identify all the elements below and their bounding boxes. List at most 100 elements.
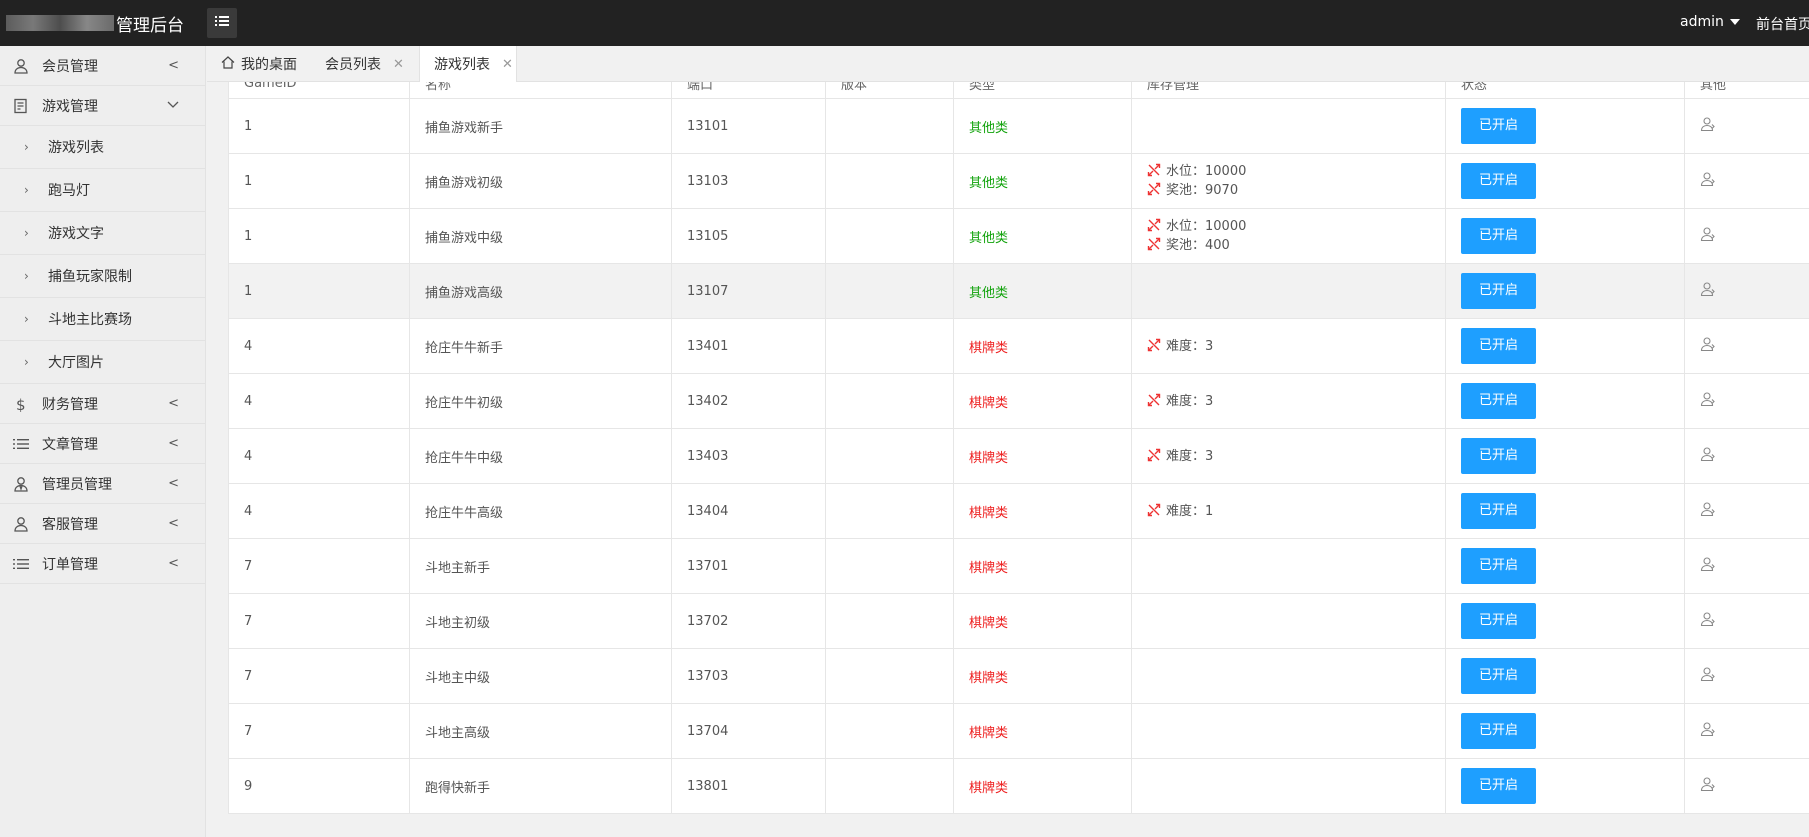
table-row: 7 斗地主中级 13703 棋牌类 已开启 <box>228 648 1809 704</box>
sidebar-item-label: 订单管理 <box>42 556 98 573</box>
front-page-link[interactable]: 前台首页 <box>1756 14 1809 34</box>
cell-port: 13703 <box>671 648 826 704</box>
sidebar-subitem-label: 斗地主比赛场 <box>48 312 132 328</box>
status-toggle-button[interactable]: 已开启 <box>1461 438 1536 474</box>
sidebar-item-members[interactable]: 会员管理 < <box>0 46 205 86</box>
game-table: GameID 名称 端口 版本 类型 库存管理 状态 其他 1 捕鱼游戏新手 131… <box>228 82 1809 814</box>
status-toggle-button[interactable]: 已开启 <box>1461 328 1536 364</box>
game-icon <box>12 97 30 115</box>
user-action-icon[interactable] <box>1700 611 1716 627</box>
cell-port: 13704 <box>671 703 826 759</box>
type-label: 棋牌类 <box>969 560 1009 576</box>
cell-status: 已开启 <box>1445 318 1685 374</box>
user-action-icon[interactable] <box>1700 446 1716 462</box>
cell-name: 跑得快新手 <box>409 758 672 814</box>
cell-port: 13701 <box>671 538 826 594</box>
stock-entry: 水位：10000 <box>1147 162 1445 181</box>
cell-stock <box>1131 648 1446 704</box>
cell-type: 其他类 <box>953 153 1132 209</box>
shuffle-icon <box>1147 503 1161 517</box>
stock-value: 奖池：400 <box>1166 238 1230 253</box>
tab-label: 会员列表 <box>325 57 381 73</box>
sidebar-item-finance[interactable]: $ 财务管理 < <box>0 384 205 424</box>
tab-game-list[interactable]: 游戏列表 ✕ <box>419 46 517 82</box>
cell-other <box>1684 208 1809 264</box>
close-icon[interactable]: ✕ <box>502 57 513 72</box>
sidebar-item-articles[interactable]: 文章管理 < <box>0 424 205 464</box>
cell-other <box>1684 483 1809 539</box>
sidebar-subitem-doudizhu-match[interactable]: › 斗地主比赛场 <box>0 298 205 341</box>
sidebar-subitem-game-list[interactable]: › 游戏列表 <box>0 126 205 169</box>
sidebar-item-customer-service[interactable]: 客服管理 < <box>0 504 205 544</box>
menu-toggle-button[interactable] <box>207 8 237 38</box>
cell-status: 已开启 <box>1445 758 1685 814</box>
user-action-icon[interactable] <box>1700 226 1716 242</box>
table-body: 1 捕鱼游戏新手 13101 其他类 已开启 1 捕鱼游戏初级 13103 其他类 水位：1000… <box>228 98 1809 814</box>
sidebar-subitem-marquee[interactable]: › 跑马灯 <box>0 169 205 212</box>
tab-member-list[interactable]: 会员列表 ✕ <box>325 46 404 82</box>
chevron-down-icon <box>167 98 179 113</box>
type-label: 其他类 <box>969 285 1009 301</box>
cell-gameid: 1 <box>228 208 410 264</box>
cell-type: 棋牌类 <box>953 758 1132 814</box>
sidebar-item-label: 财务管理 <box>42 396 98 413</box>
cell-type: 其他类 <box>953 208 1132 264</box>
cell-port: 13101 <box>671 98 826 154</box>
table-row: 4 抢庄牛牛高级 13404 棋牌类 难度：1 已开启 <box>228 483 1809 539</box>
cell-status: 已开启 <box>1445 538 1685 594</box>
shuffle-icon <box>1147 448 1161 462</box>
cell-name: 斗地主高级 <box>409 703 672 759</box>
dollar-icon: $ <box>12 395 30 413</box>
user-action-icon[interactable] <box>1700 501 1716 517</box>
close-icon[interactable]: ✕ <box>393 57 404 72</box>
status-toggle-button[interactable]: 已开启 <box>1461 713 1536 749</box>
cell-stock <box>1131 538 1446 594</box>
cell-name: 捕鱼游戏初级 <box>409 153 672 209</box>
status-toggle-button[interactable]: 已开启 <box>1461 273 1536 309</box>
stock-value: 难度：3 <box>1166 393 1214 409</box>
status-toggle-button[interactable]: 已开启 <box>1461 548 1536 584</box>
status-toggle-button[interactable]: 已开启 <box>1461 108 1536 144</box>
cell-other <box>1684 648 1809 704</box>
logo-image <box>6 15 114 31</box>
cell-version <box>825 593 954 649</box>
status-toggle-button[interactable]: 已开启 <box>1461 383 1536 419</box>
user-action-icon[interactable] <box>1700 171 1716 187</box>
status-toggle-button[interactable]: 已开启 <box>1461 218 1536 254</box>
cell-status: 已开启 <box>1445 593 1685 649</box>
sidebar-subitem-lobby-images[interactable]: › 大厅图片 <box>0 341 205 384</box>
sidebar-subitem-fishing-limit[interactable]: › 捕鱼玩家限制 <box>0 255 205 298</box>
table-row: 1 捕鱼游戏初级 13103 其他类 水位：10000 奖池：9070 已开启 <box>228 153 1809 209</box>
user-action-icon[interactable] <box>1700 391 1716 407</box>
user-action-icon[interactable] <box>1700 666 1716 682</box>
cell-port: 13402 <box>671 373 826 429</box>
status-toggle-button[interactable]: 已开启 <box>1461 603 1536 639</box>
user-action-icon[interactable] <box>1700 721 1716 737</box>
user-action-icon[interactable] <box>1700 116 1716 132</box>
user-action-icon[interactable] <box>1700 336 1716 352</box>
user-action-icon[interactable] <box>1700 281 1716 297</box>
sidebar-item-games[interactable]: 游戏管理 <box>0 86 205 126</box>
cell-status: 已开启 <box>1445 373 1685 429</box>
sidebar-subitem-game-text[interactable]: › 游戏文字 <box>0 212 205 255</box>
sidebar-item-orders[interactable]: 订单管理 < <box>0 544 205 584</box>
table-row: 4 抢庄牛牛初级 13402 棋牌类 难度：3 已开启 <box>228 373 1809 429</box>
status-toggle-button[interactable]: 已开启 <box>1461 493 1536 529</box>
cell-stock: 难度：3 <box>1131 318 1446 374</box>
user-dropdown[interactable]: admin <box>1680 14 1740 30</box>
cell-other <box>1684 703 1809 759</box>
column-header: 其他 <box>1684 82 1809 99</box>
status-toggle-button[interactable]: 已开启 <box>1461 163 1536 199</box>
type-label: 棋牌类 <box>969 450 1009 466</box>
tab-label: 我的桌面 <box>241 57 297 73</box>
user-action-icon[interactable] <box>1700 556 1716 572</box>
tab-desktop[interactable]: 我的桌面 <box>221 46 297 82</box>
sidebar-item-admins[interactable]: 管理员管理 < <box>0 464 205 504</box>
cell-stock: 水位：10000 奖池：9070 <box>1131 153 1446 209</box>
column-header: 端口 <box>671 82 826 99</box>
cell-type: 棋牌类 <box>953 648 1132 704</box>
status-toggle-button[interactable]: 已开启 <box>1461 768 1536 804</box>
chevron-left-icon: < <box>168 516 179 531</box>
status-toggle-button[interactable]: 已开启 <box>1461 658 1536 694</box>
user-action-icon[interactable] <box>1700 776 1716 792</box>
